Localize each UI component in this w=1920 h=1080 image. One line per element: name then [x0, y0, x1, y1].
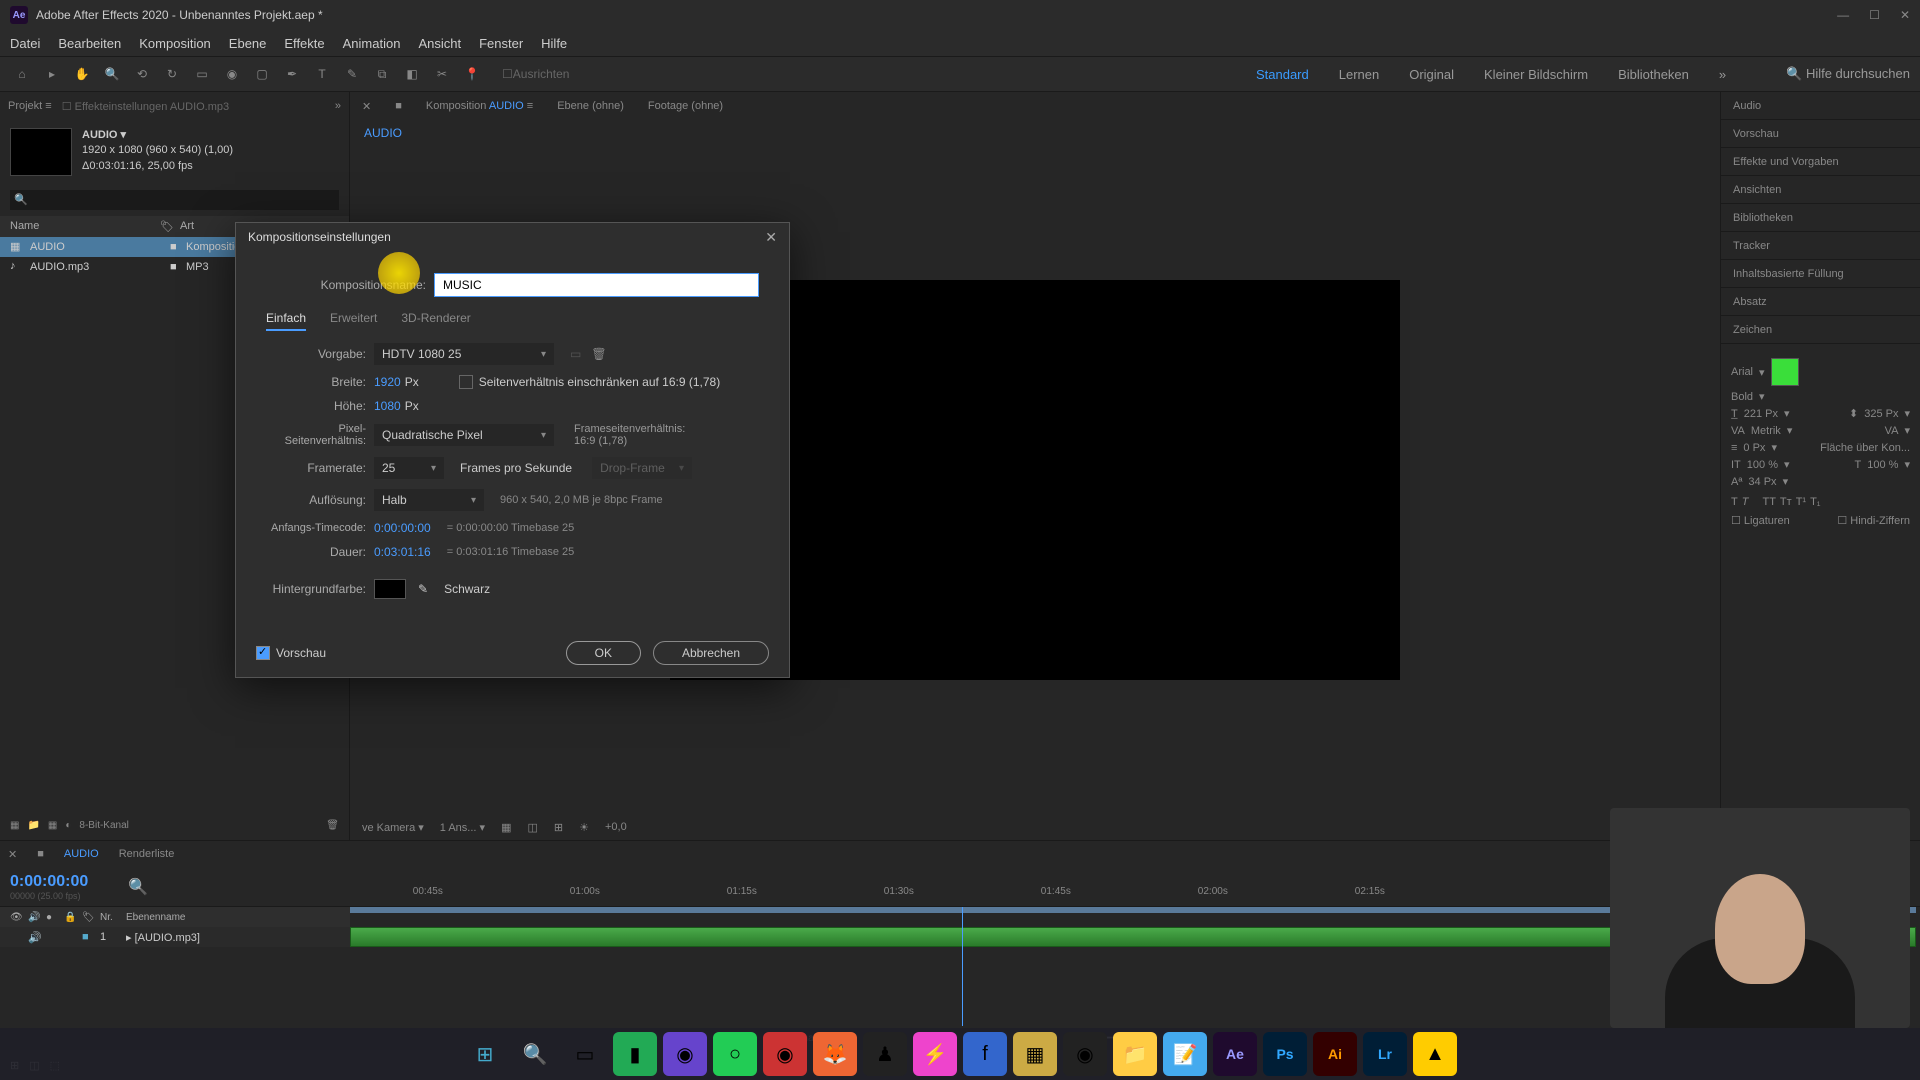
- messenger-app[interactable]: ⚡: [913, 1032, 957, 1076]
- taskbar-app[interactable]: ▲: [1413, 1032, 1457, 1076]
- start-button[interactable]: ⊞: [463, 1032, 507, 1076]
- dialog-title: Kompositionseinstellungen: [248, 230, 391, 244]
- photoshop-app[interactable]: Ps: [1263, 1032, 1307, 1076]
- duration-info: = 0:03:01:16 Timebase 25: [447, 546, 575, 558]
- facebook-app[interactable]: f: [963, 1032, 1007, 1076]
- fps-dropdown[interactable]: 25: [374, 457, 444, 479]
- far-label: Frameseitenverhältnis:: [574, 423, 685, 435]
- drop-frame-dropdown: Drop-Frame: [592, 457, 692, 479]
- taskbar-app[interactable]: ♟: [863, 1032, 907, 1076]
- lightroom-app[interactable]: Lr: [1363, 1032, 1407, 1076]
- par-dropdown[interactable]: Quadratische Pixel: [374, 424, 554, 446]
- lock-aspect-label: Seitenverhältnis einschränken auf 16:9 (…: [479, 375, 720, 389]
- resolution-info: 960 x 540, 2,0 MB je 8bpc Frame: [500, 494, 663, 506]
- width-input[interactable]: 1920: [374, 375, 401, 389]
- height-label: Höhe:: [266, 399, 366, 413]
- dialog-close-icon[interactable]: ✕: [765, 229, 777, 246]
- after-effects-app[interactable]: Ae: [1213, 1032, 1257, 1076]
- duration-label: Dauer:: [266, 545, 366, 559]
- lock-aspect-checkbox[interactable]: [459, 375, 473, 389]
- explorer-app[interactable]: 📁: [1113, 1032, 1157, 1076]
- tab-einfach[interactable]: Einfach: [266, 311, 306, 331]
- height-input[interactable]: 1080: [374, 399, 401, 413]
- preset-label: Vorgabe:: [266, 347, 366, 361]
- whatsapp-app[interactable]: ○: [713, 1032, 757, 1076]
- bg-color-label: Hintergrundfarbe:: [266, 582, 366, 596]
- preset-delete-icon[interactable]: 🗑: [591, 347, 606, 361]
- taskbar-app[interactable]: ▦: [1013, 1032, 1057, 1076]
- composition-settings-dialog: Kompositionseinstellungen ✕ Kompositions…: [235, 222, 790, 678]
- tab-erweitert[interactable]: Erweitert: [330, 311, 377, 331]
- firefox-app[interactable]: 🦊: [813, 1032, 857, 1076]
- search-button[interactable]: 🔍: [513, 1032, 557, 1076]
- illustrator-app[interactable]: Ai: [1313, 1032, 1357, 1076]
- bg-color-swatch[interactable]: [374, 579, 406, 599]
- start-tc-label: Anfangs-Timecode:: [266, 522, 366, 534]
- taskbar-app[interactable]: ◉: [763, 1032, 807, 1076]
- taskbar-app[interactable]: ▮: [613, 1032, 657, 1076]
- comp-name-input[interactable]: [434, 273, 759, 297]
- start-tc-info: = 0:00:00:00 Timebase 25: [447, 522, 575, 534]
- start-tc-input[interactable]: 0:00:00:00: [374, 521, 431, 535]
- task-view-button[interactable]: ▭: [563, 1032, 607, 1076]
- cancel-button[interactable]: Abbrechen: [653, 641, 769, 665]
- bg-color-name: Schwarz: [444, 582, 490, 596]
- fps-text: Frames pro Sekunde: [460, 461, 572, 475]
- far-value: 16:9 (1,78): [574, 435, 685, 447]
- comp-name-label: Kompositionsname:: [266, 278, 426, 292]
- webcam-overlay: [1610, 808, 1910, 1028]
- ok-button[interactable]: OK: [566, 641, 641, 665]
- resolution-label: Auflösung:: [266, 493, 366, 507]
- resolution-dropdown[interactable]: Halb: [374, 489, 484, 511]
- par-label: Pixel-Seitenverhältnis:: [266, 423, 366, 447]
- preset-dropdown[interactable]: HDTV 1080 25: [374, 343, 554, 365]
- preview-checkbox[interactable]: Vorschau: [256, 646, 326, 660]
- taskbar-app[interactable]: ◉: [663, 1032, 707, 1076]
- windows-taskbar: ⊞ 🔍 ▭ ▮ ◉ ○ ◉ 🦊 ♟ ⚡ f ▦ ◉ 📁 📝 Ae Ps Ai L…: [0, 1028, 1920, 1080]
- preset-save-icon[interactable]: ▭: [570, 347, 581, 361]
- eyedropper-icon[interactable]: ✎: [418, 582, 428, 596]
- duration-input[interactable]: 0:03:01:16: [374, 545, 431, 559]
- notepad-app[interactable]: 📝: [1163, 1032, 1207, 1076]
- width-label: Breite:: [266, 375, 366, 389]
- obs-app[interactable]: ◉: [1063, 1032, 1107, 1076]
- tab-3d-renderer[interactable]: 3D-Renderer: [401, 311, 470, 331]
- fps-label: Framerate:: [266, 461, 366, 475]
